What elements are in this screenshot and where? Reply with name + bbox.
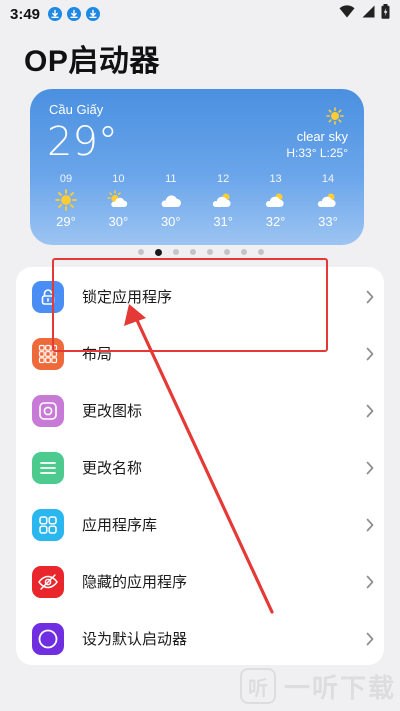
chevron-right-icon [366, 404, 374, 423]
circle-icon [32, 622, 64, 655]
forecast-hour: 11 30° [145, 173, 197, 229]
cloud-sun-icon [211, 188, 235, 212]
menu-item-layout[interactable]: 布局 [16, 325, 384, 382]
forecast-temp: 32° [265, 214, 286, 229]
page-dot[interactable] [138, 249, 144, 255]
menu-item-set-default-launcher[interactable]: 设为默认启动器 [16, 610, 384, 667]
hourly-forecast: 09 29° 10 30° 11 30° 12 31° 13 32° 14 33… [40, 173, 354, 229]
watermark-text: 一听下载 [284, 672, 397, 703]
forecast-hour: 12 31° [197, 173, 249, 229]
page-indicator[interactable] [0, 248, 400, 256]
forecast-temp: 31° [213, 214, 233, 229]
download-notification-icon [67, 7, 82, 21]
menu-item-label: 布局 [82, 346, 113, 363]
forecast-time: 09 [59, 173, 73, 185]
menu-item-app-library[interactable]: 应用程序库 [16, 496, 384, 553]
status-time: 3:49 [10, 5, 41, 23]
app-library-icon [32, 508, 64, 541]
watermark: 听 一听下载 [240, 666, 396, 706]
cloud-sun-icon [316, 188, 340, 212]
image-icon [32, 394, 64, 427]
forecast-hour: 10 30° [92, 173, 144, 229]
eye-hidden-icon [32, 565, 64, 598]
forecast-temp: 29° [56, 214, 76, 229]
signal-icon [361, 5, 375, 23]
menu-item-label: 锁定应用程序 [82, 289, 173, 306]
menu-item-label: 应用程序库 [82, 517, 158, 534]
menu-item-change-name[interactable]: 更改名称 [16, 439, 384, 496]
menu-item-label: 设为默认启动器 [82, 631, 188, 648]
chevron-right-icon [366, 518, 374, 537]
sun-icon [55, 188, 77, 212]
forecast-temp: 30° [108, 214, 129, 229]
forecast-time: 13 [269, 173, 282, 185]
page-dot[interactable] [241, 249, 247, 255]
weather-high-low: H:33° L:25° [286, 146, 348, 160]
forecast-hour: 13 32° [250, 173, 302, 229]
settings-menu: 锁定应用程序 布局 更改图标 更改名称 应用程序库 隐藏的应用程序 设为默认启动… [16, 267, 384, 665]
download-notification-icon [48, 7, 63, 21]
forecast-time: 12 [217, 173, 230, 185]
chevron-right-icon [366, 461, 374, 480]
menu-item-lock-apps[interactable]: 锁定应用程序 [16, 268, 384, 325]
weather-condition: clear sky [296, 129, 348, 144]
weather-temperature: 29° [47, 119, 118, 165]
page-dot[interactable] [173, 249, 179, 255]
chevron-right-icon [366, 347, 374, 366]
text-lines-icon [32, 451, 64, 484]
page-dot[interactable] [224, 249, 230, 255]
cloud-sun-icon [264, 188, 288, 212]
page-dot[interactable] [207, 249, 213, 255]
menu-item-change-icon[interactable]: 更改图标 [16, 382, 384, 439]
watermark-logo: 听 [240, 668, 276, 704]
forecast-temp: 33° [318, 214, 338, 229]
grid-layout-icon [32, 337, 64, 370]
menu-item-label: 更改图标 [82, 403, 143, 420]
lock-icon [32, 280, 64, 313]
forecast-time: 11 [165, 173, 177, 185]
forecast-hour: 09 29° [40, 173, 92, 229]
forecast-time: 14 [321, 173, 335, 185]
page-dot-active[interactable] [155, 248, 162, 256]
page-title: OP启动器 [24, 45, 160, 78]
sun-icon [326, 107, 344, 130]
weather-city: Cầu Giấy [49, 102, 104, 117]
status-bar: 3:49 [0, 0, 400, 28]
forecast-temp: 30° [160, 214, 181, 229]
wifi-icon [339, 5, 355, 23]
menu-item-label: 隐藏的应用程序 [82, 574, 188, 591]
page-dot[interactable] [190, 249, 196, 255]
forecast-time: 10 [112, 173, 125, 185]
chevron-right-icon [366, 632, 374, 651]
download-notification-icon [86, 7, 101, 21]
page-dot[interactable] [258, 249, 264, 255]
weather-widget[interactable]: Cầu Giấy 29° clear sky H:33° L:25° 09 29… [30, 89, 364, 245]
chevron-right-icon [366, 290, 374, 309]
sun-cloud-icon [106, 188, 130, 212]
cloud-icon [159, 188, 183, 212]
battery-icon [381, 4, 390, 24]
status-indicators [339, 4, 390, 24]
menu-item-label: 更改名称 [82, 460, 143, 477]
chevron-right-icon [366, 575, 374, 594]
menu-item-hidden-apps[interactable]: 隐藏的应用程序 [16, 553, 384, 610]
forecast-hour: 14 33° [302, 173, 354, 229]
